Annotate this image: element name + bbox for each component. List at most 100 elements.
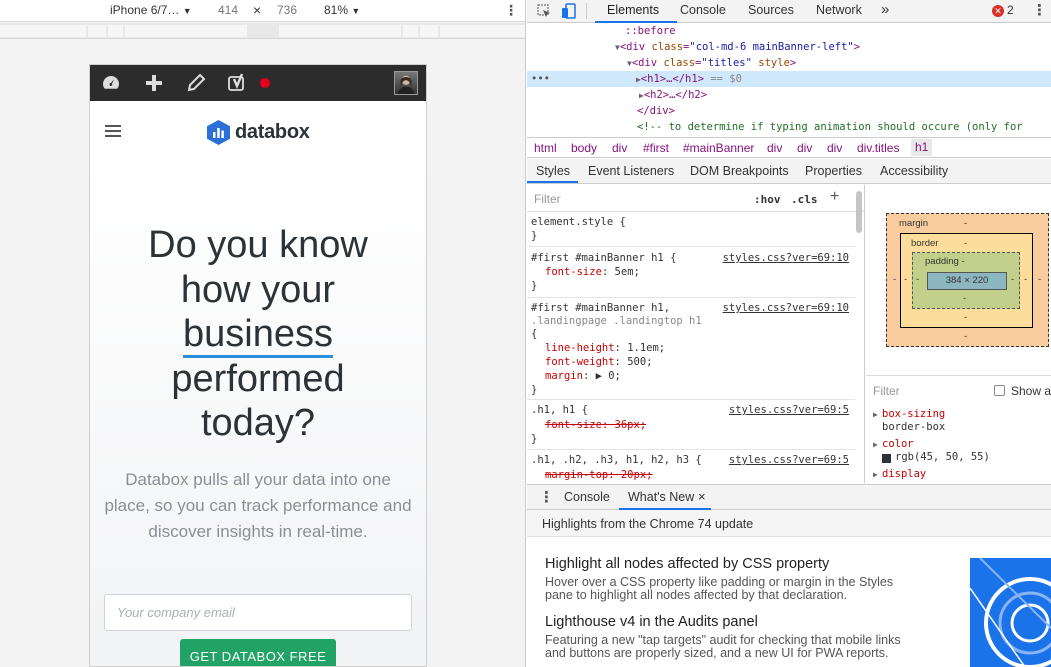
breadcrumb-item[interactable]: div (612, 141, 627, 155)
device-more-icon[interactable]: ⋮ (504, 2, 518, 19)
close-tab-icon[interactable]: × (698, 489, 706, 504)
avatar[interactable] (394, 71, 418, 95)
dom-tag: <div (619, 41, 652, 53)
more-tabs-button[interactable]: » (881, 1, 889, 18)
dom-node[interactable]: ▼<div class="titles" style> (527, 55, 1051, 71)
css-declaration-overridden[interactable]: font-size: 36px; (545, 418, 646, 432)
tab-dom-breakpoints[interactable]: DOM Breakpoints (690, 164, 789, 178)
tab-sources[interactable]: Sources (748, 3, 794, 17)
dom-node[interactable]: <!-- to determine if typing animation sh… (527, 119, 1051, 135)
dashboard-icon[interactable] (101, 73, 121, 93)
expand-arrow-icon[interactable]: ▶ (873, 408, 878, 421)
rule-source-link[interactable]: styles.css?ver=69:5 (729, 453, 849, 467)
computed-filter-input[interactable]: Filter (873, 384, 900, 398)
databox-logo[interactable]: databox (207, 119, 310, 145)
whats-new-item-title[interactable]: Highlight all nodes affected by CSS prop… (545, 556, 829, 572)
padding-left-value: - (916, 274, 920, 285)
margin-top-value: - (964, 218, 968, 229)
expand-arrow-icon[interactable]: ▶ (527, 91, 644, 100)
plus-icon[interactable] (144, 73, 164, 93)
device-select[interactable]: iPhone 6/7… ▼ (110, 3, 192, 17)
css-declaration-overridden[interactable]: margin-top: 20px; (545, 468, 652, 482)
show-all-checkbox[interactable] (994, 385, 1005, 396)
ruler-segment (279, 25, 401, 37)
dom-attr-name: style (758, 57, 790, 69)
zoom-select[interactable]: 81% ▼ (324, 3, 360, 17)
breadcrumb-item[interactable]: #mainBanner (683, 141, 754, 155)
hamburger-menu-icon[interactable] (105, 125, 121, 137)
rule-source-link[interactable]: styles.css?ver=69:10 (723, 301, 849, 315)
edit-pencil-icon[interactable] (186, 73, 206, 93)
tab-elements[interactable]: Elements (607, 3, 659, 17)
dom-tag: <h2>…</h2> (643, 89, 708, 101)
new-rule-plus-icon[interactable]: + (830, 188, 839, 206)
css-rule: #first #mainBanner h1 { styles.css?ver=6… (527, 247, 855, 298)
breadcrumb-item[interactable]: #first (643, 141, 669, 155)
devtools-menu-icon[interactable]: ⋮ (1032, 1, 1047, 19)
styles-filter-input[interactable]: Filter (534, 192, 561, 206)
css-declaration[interactable]: font-weight: 500; (545, 355, 652, 369)
dom-node[interactable]: </div> (527, 103, 1051, 119)
tab-styles[interactable]: Styles (536, 164, 570, 178)
device-width-input[interactable]: 414 (218, 3, 238, 17)
yoast-icon[interactable] (227, 73, 247, 93)
breadcrumb-item[interactable]: div (827, 141, 842, 155)
computed-property[interactable]: color (882, 438, 914, 451)
whats-new-item-title[interactable]: Lighthouse v4 in the Audits panel (545, 614, 758, 630)
cls-toggle[interactable]: .cls (791, 193, 818, 206)
tab-event-listeners[interactable]: Event Listeners (588, 164, 674, 178)
rule-selector: #first #mainBanner h1, (531, 302, 671, 314)
breadcrumb-item[interactable]: div.titles (857, 141, 899, 155)
breadcrumb-item-current[interactable]: h1 (911, 139, 933, 156)
show-all-label[interactable]: Show a (1011, 384, 1051, 398)
inspect-element-icon[interactable] (537, 4, 552, 19)
dom-node[interactable]: ::before (527, 23, 1051, 39)
dom-node[interactable]: ▶<h2>…</h2> (527, 87, 1051, 103)
padding-right-value: - (1011, 274, 1015, 285)
rule-source-link[interactable]: styles.css?ver=69:5 (729, 403, 849, 417)
color-swatch[interactable] (882, 454, 891, 463)
breadcrumb-item[interactable]: body (571, 141, 597, 155)
box-model-margin[interactable]: margin - - - - border - - - - padding - … (886, 213, 1049, 347)
breadcrumb-item[interactable]: div (767, 141, 782, 155)
tab-accessibility[interactable]: Accessibility (880, 164, 948, 178)
error-count[interactable]: 2 (1007, 3, 1014, 17)
device-height-input[interactable]: 736 (277, 3, 297, 17)
styles-scrollbar[interactable] (856, 191, 862, 233)
collapse-arrow-icon[interactable]: ▼ (527, 59, 632, 68)
breadcrumb-item[interactable]: div (797, 141, 812, 155)
drawer-tab-console[interactable]: Console (564, 490, 610, 504)
dom-attr-name: class (651, 41, 684, 53)
css-declaration[interactable]: font-size: 5em; (545, 265, 640, 279)
dom-node-selected[interactable]: ••• ▶<h1>…</h1> == $0 (527, 71, 1051, 87)
box-model-border[interactable]: border - - - - padding - - - - 384 × 220 (900, 233, 1033, 328)
computed-property[interactable]: display (882, 468, 926, 481)
expand-arrow-icon[interactable]: ▶ (873, 468, 878, 481)
css-declaration[interactable]: line-height: 1.1em; (545, 341, 665, 355)
drawer-menu-icon[interactable]: ⋮ (539, 488, 554, 506)
toolbar-divider (586, 3, 587, 19)
error-icon[interactable]: ✕ (992, 5, 1004, 17)
tab-console[interactable]: Console (680, 3, 726, 17)
company-email-input[interactable] (104, 594, 412, 631)
get-databox-free-button[interactable]: GET DATABOX FREE (180, 639, 336, 666)
box-model-padding[interactable]: padding - - - - 384 × 220 (912, 252, 1020, 309)
device-toggle-icon[interactable] (561, 3, 577, 19)
dom-node[interactable]: ▼<div class="col-md-6 mainBanner-left"> (527, 39, 1051, 55)
collapse-arrow-icon[interactable]: ▼ (527, 43, 620, 52)
hov-toggle[interactable]: :hov (754, 193, 781, 206)
rule-source-link[interactable]: styles.css?ver=69:10 (723, 251, 849, 265)
expand-arrow-icon[interactable]: ▶ (873, 438, 878, 451)
drawer-tab-whats-new[interactable]: What's New (628, 490, 694, 504)
margin-right-value: - (1038, 274, 1042, 285)
tab-properties[interactable]: Properties (805, 164, 862, 178)
breadcrumb-item[interactable]: html (534, 141, 557, 155)
node-actions-icon[interactable]: ••• (527, 73, 550, 85)
computed-property[interactable]: box-sizing (882, 408, 945, 421)
illustration-graphic (970, 558, 1051, 667)
box-model-content[interactable]: 384 × 220 (927, 272, 1007, 290)
expand-arrow-icon[interactable]: ▶ (550, 75, 641, 84)
css-value: : ▶ 0; (582, 370, 621, 382)
css-declaration[interactable]: margin: ▶ 0; (545, 369, 621, 383)
tab-network[interactable]: Network (816, 3, 862, 17)
